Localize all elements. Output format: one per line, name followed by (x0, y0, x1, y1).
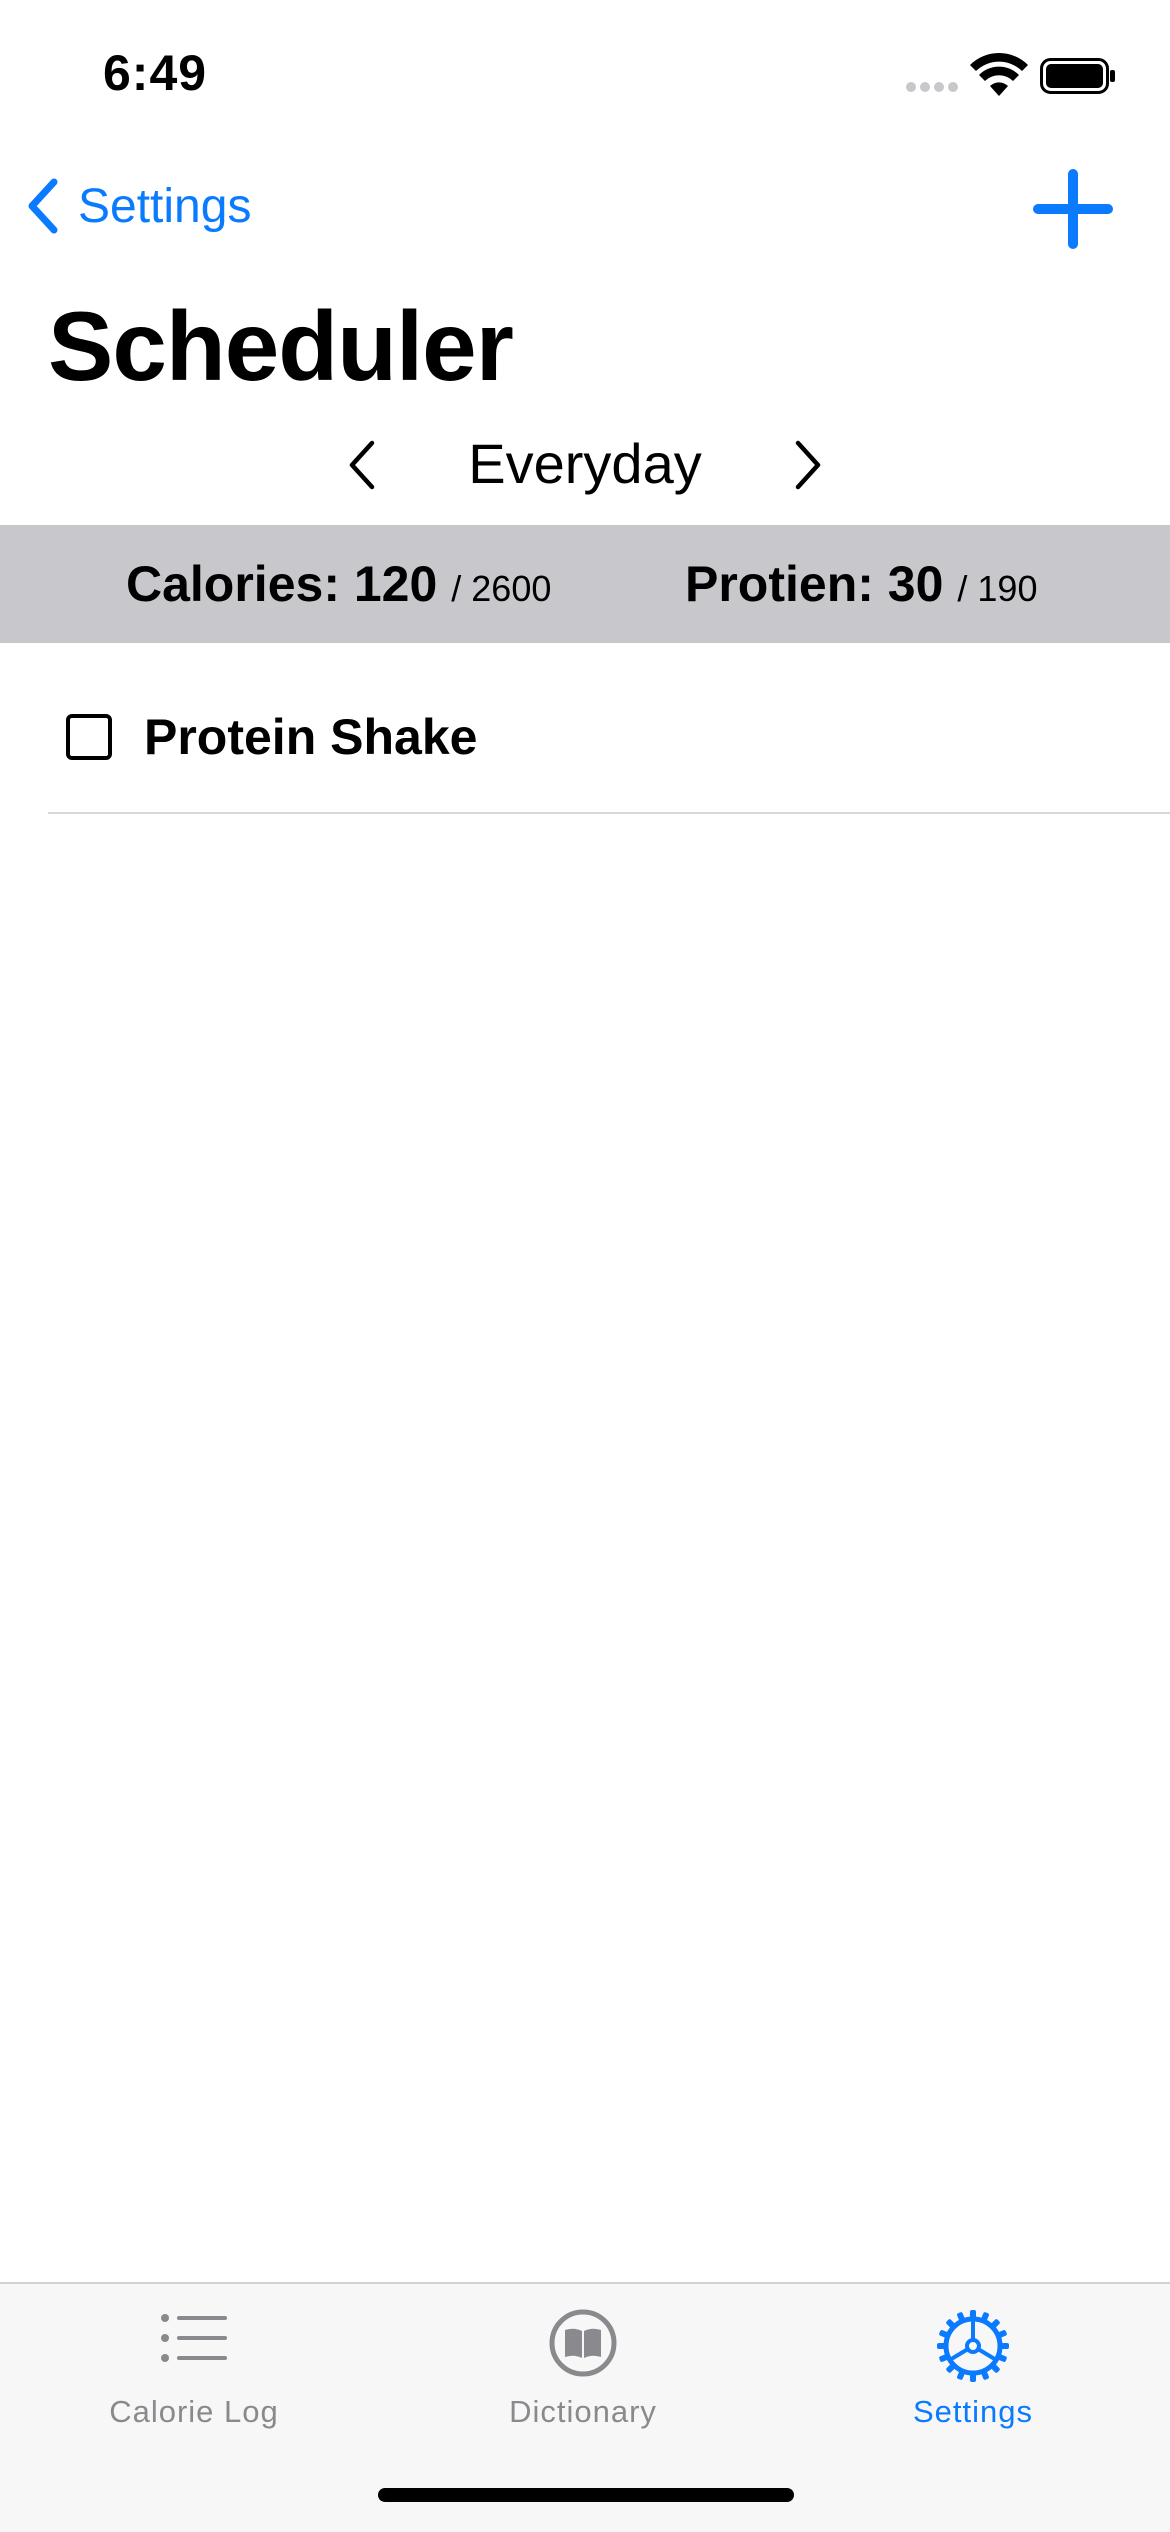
list-item[interactable]: Protein Shake (48, 644, 1170, 814)
battery-icon (1040, 58, 1115, 94)
tab-settings[interactable]: Settings (823, 2284, 1123, 2444)
book-icon (549, 2309, 617, 2377)
cellular-signal-icon (906, 82, 958, 92)
checkbox[interactable] (66, 714, 112, 760)
tab-dictionary[interactable]: Dictionary (433, 2284, 733, 2444)
protein-goal: / 190 (957, 568, 1038, 609)
home-indicator[interactable] (378, 2488, 794, 2502)
chevron-left-icon (28, 178, 58, 234)
status-bar: 6:49 (0, 0, 1170, 140)
tab-calorie-log[interactable]: Calorie Log (44, 2284, 344, 2444)
calories-value: Calories: 120 (126, 556, 438, 612)
status-time: 6:49 (103, 45, 208, 101)
tab-label: Dictionary (509, 2394, 657, 2429)
back-button-label: Settings (78, 179, 252, 233)
nutrition-summary-bar: Calories: 120 / 2600 Protien: 30 / 190 (0, 525, 1170, 643)
back-button[interactable]: Settings (24, 176, 251, 236)
tab-label: Calorie Log (109, 2394, 279, 2429)
tab-label: Settings (912, 2394, 1033, 2429)
protein-value: Protien: 30 (685, 556, 944, 612)
calories-summary: Calories: 120 / 2600 (126, 555, 551, 613)
plus-icon[interactable] (1032, 168, 1114, 250)
chevron-right-icon[interactable] (788, 437, 828, 493)
calories-goal: / 2600 (451, 568, 552, 609)
day-selector: Everyday (0, 425, 1170, 505)
scheduler-screen: 6:49 Settings Scheduler Everyday Calorie… (0, 0, 1170, 2532)
wifi-icon (970, 52, 1028, 96)
list-item-label: Protein Shake (144, 709, 478, 765)
protein-summary: Protien: 30 / 190 (685, 555, 1037, 613)
gear-icon (937, 2310, 1009, 2382)
day-label: Everyday (468, 432, 702, 495)
list-icon (161, 2314, 227, 2362)
page-title: Scheduler (48, 291, 514, 401)
